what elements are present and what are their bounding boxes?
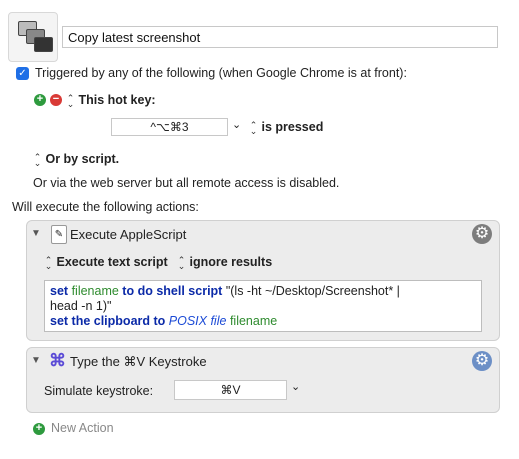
script-trigger-popup[interactable]: ⌃ ⌄ Or by script. [33, 151, 120, 168]
script-mode-popup[interactable]: ⌃ ⌄ Execute text script [44, 254, 168, 271]
results-popup[interactable]: ⌃ ⌄ ignore results [177, 254, 273, 271]
results-label: ignore results [189, 255, 273, 269]
gear-icon[interactable]: ⚙ [472, 224, 492, 244]
trigger-checkbox[interactable]: ✓ [16, 67, 29, 80]
gear-icon[interactable]: ⚙ [472, 351, 492, 371]
add-icon[interactable]: + [34, 94, 46, 106]
remove-icon[interactable]: − [50, 94, 62, 106]
trigger-label: Triggered by any of the following (when … [35, 66, 407, 80]
action2-title: Type the ⌘V Keystroke [70, 354, 207, 369]
updown-icon: ⌃ ⌄ [44, 254, 53, 271]
keystroke-field[interactable]: ⌘V [174, 380, 287, 400]
hotkey-condition-label: is pressed [261, 120, 324, 134]
disclosure-triangle-icon[interactable]: ▼ [31, 355, 41, 366]
hotkey-condition-popup[interactable]: ⌃ ⌄ is pressed [249, 119, 324, 136]
command-icon: ⌘ [49, 351, 66, 370]
disclosure-triangle-icon[interactable]: ▼ [31, 228, 41, 239]
script-editor[interactable]: set filename to do shell script "(ls -ht… [44, 280, 482, 332]
updown-icon: ⌃ ⌄ [66, 92, 75, 109]
web-server-note: Or via the web server but all remote acc… [33, 176, 340, 190]
hotkey-field[interactable]: ^⌥⌘3 [111, 118, 228, 136]
script-line-2: head -n 1)" [50, 299, 112, 313]
script-trigger-label: Or by script. [45, 152, 120, 166]
script-icon: ✎ [51, 225, 67, 244]
updown-icon: ⌃ ⌄ [249, 119, 258, 136]
new-action-button[interactable]: New Action [51, 421, 114, 435]
hotkey-type-popup[interactable]: ⌃ ⌄ This hot key: [66, 92, 156, 109]
action1-title: Execute AppleScript [70, 227, 187, 242]
chevron-down-icon[interactable]: ⌄ [291, 380, 300, 393]
updown-icon: ⌃ ⌄ [177, 254, 186, 271]
simulate-keystroke-label: Simulate keystroke: [44, 384, 154, 398]
chevron-down-icon[interactable]: ⌄ [232, 118, 241, 131]
updown-icon: ⌃ ⌄ [33, 151, 42, 168]
script-line-1: set filename to do shell script "(ls -ht… [50, 284, 400, 298]
actions-heading: Will execute the following actions: [12, 200, 199, 214]
macro-icon[interactable] [8, 12, 58, 62]
add-icon[interactable]: + [33, 423, 45, 435]
script-mode-label: Execute text script [56, 255, 168, 269]
hotkey-section-label: This hot key: [78, 93, 156, 107]
macro-name-field[interactable]: Copy latest screenshot [62, 26, 498, 48]
script-line-3: set the clipboard to POSIX file filename [50, 314, 278, 328]
